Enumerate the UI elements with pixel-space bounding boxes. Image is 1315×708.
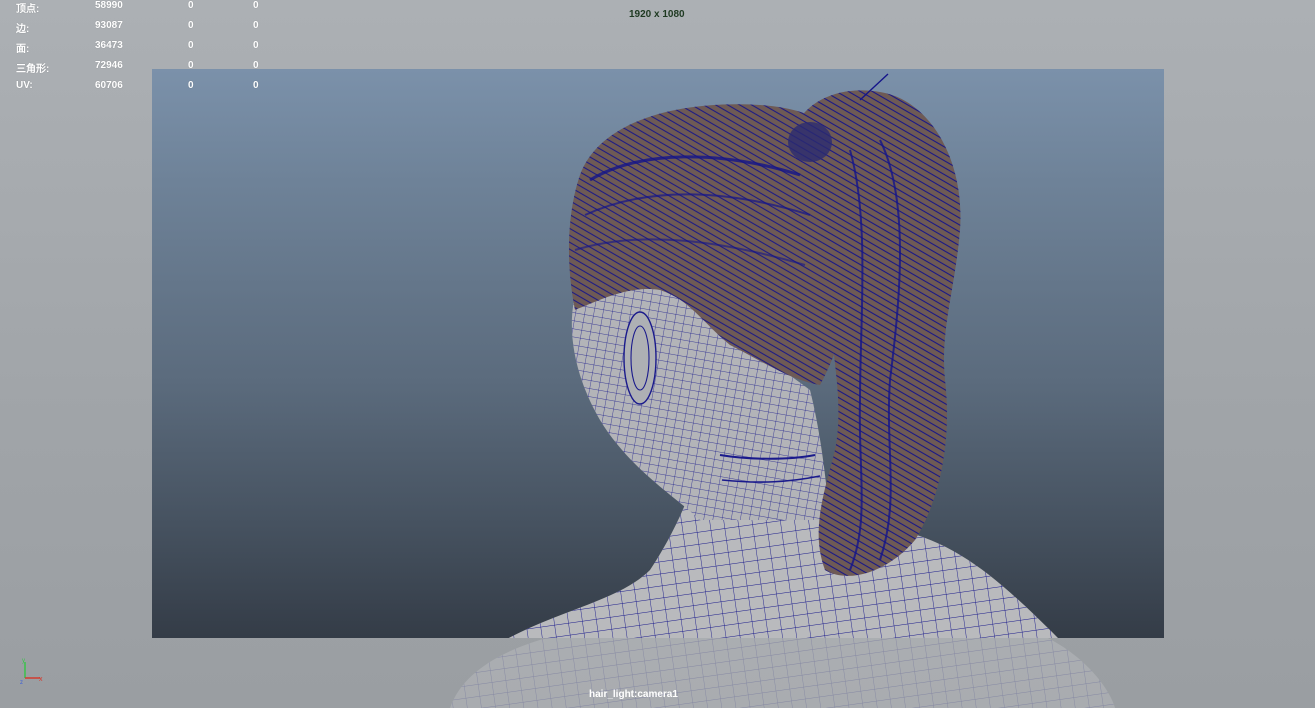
hud-value: 58990 (95, 0, 123, 11)
wireframe-scene[interactable] (0, 0, 1315, 708)
hud-value: 0 (188, 0, 194, 11)
axis-gizmo-icon: y x z (20, 658, 43, 686)
hud-label: 边: (16, 24, 30, 35)
camera-name-label: hair_light:camera1 (589, 689, 678, 700)
hud-value: 0 (253, 80, 259, 91)
svg-text:y: y (22, 658, 25, 664)
svg-text:z: z (20, 680, 23, 686)
hud-row-triangles: 三角形: 72946 0 0 (0, 60, 270, 75)
hud-value: 0 (253, 40, 259, 51)
hud-value: 36473 (95, 40, 123, 51)
hud-row-faces: 面: 36473 0 0 (0, 40, 270, 55)
hud-label: UV: (16, 80, 33, 91)
hud-label: 面: (16, 44, 30, 55)
resolution-gate-label: 1920 x 1080 (629, 9, 685, 20)
hud-row-uvs: UV: 60706 0 0 (0, 80, 270, 94)
hud-value: 0 (188, 80, 194, 91)
hud-value: 0 (188, 60, 194, 71)
hud-value: 0 (253, 60, 259, 71)
hud-value: 0 (188, 40, 194, 51)
hud-value: 0 (253, 20, 259, 31)
hud-value: 0 (188, 20, 194, 31)
hud-value: 72946 (95, 60, 123, 71)
hud-value: 60706 (95, 80, 123, 91)
svg-text:x: x (39, 676, 43, 683)
hud-row-edges: 边: 93087 0 0 (0, 20, 270, 35)
hud-label: 三角形: (16, 64, 50, 75)
hud-row-vertices: 顶点: 58990 0 0 (0, 0, 270, 15)
hud-value: 0 (253, 0, 259, 11)
maya-viewport[interactable]: 顶点: 58990 0 0 边: 93087 0 0 面: 36473 0 0 … (0, 0, 1315, 708)
hud-label: 顶点: (16, 4, 40, 15)
hud-value: 93087 (95, 20, 123, 31)
